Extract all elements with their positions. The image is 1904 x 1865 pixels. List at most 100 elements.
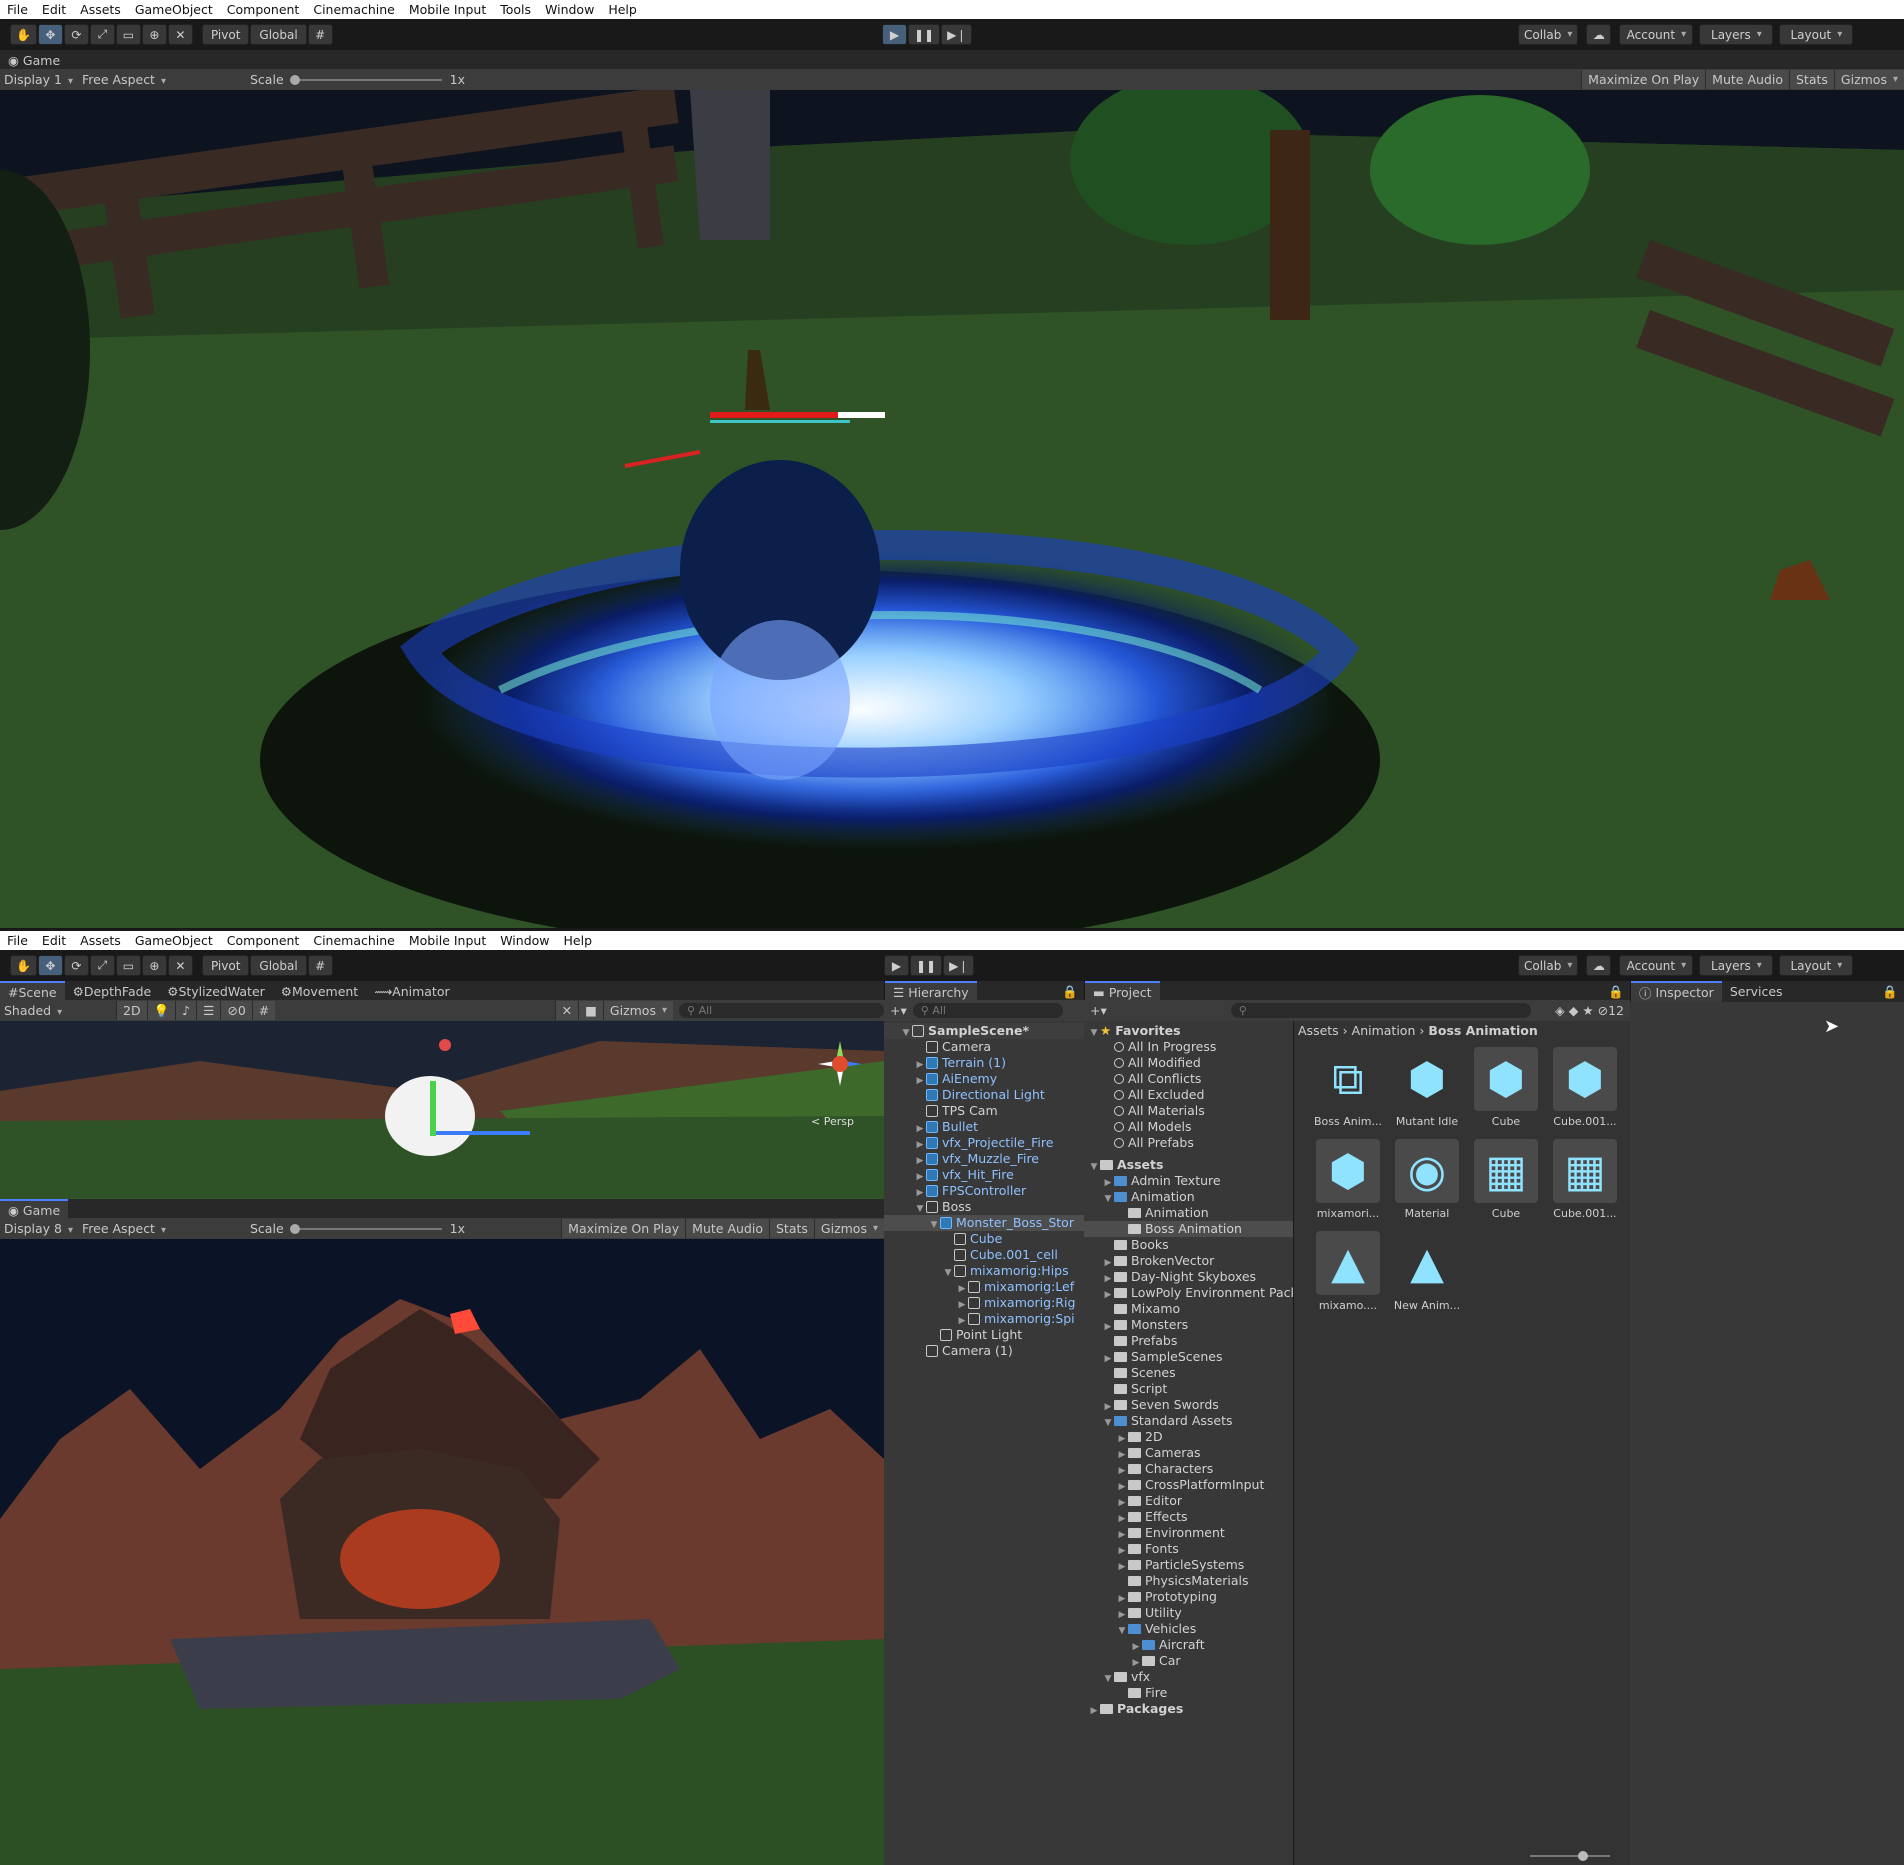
favorite-item[interactable]: All In Progress bbox=[1084, 1039, 1293, 1055]
pause-button[interactable]: ❚❚ bbox=[908, 24, 941, 45]
hierarchy-item[interactable]: ▶ Bullet bbox=[884, 1119, 1084, 1135]
lock-icon[interactable]: 🔒 bbox=[1062, 984, 1078, 1000]
hierarchy-item[interactable]: ▶ vfx_Projectile_Fire bbox=[884, 1135, 1084, 1151]
grid-snap-icon[interactable]: # bbox=[307, 955, 333, 976]
project-folder[interactable]: ▶ Seven Swords bbox=[1084, 1397, 1293, 1413]
asset-item[interactable]: ▲ New Anim... bbox=[1387, 1231, 1467, 1313]
custom-tool-icon[interactable]: ✕ bbox=[167, 955, 193, 976]
effects-icon[interactable]: ☰ bbox=[196, 1001, 221, 1020]
favorite-item[interactable]: All Conflicts bbox=[1084, 1071, 1293, 1087]
hierarchy-item[interactable]: Camera (1) bbox=[884, 1343, 1084, 1359]
scale-tool-icon[interactable]: ⤢ bbox=[89, 955, 115, 976]
project-folder[interactable]: ▶ Cameras bbox=[1084, 1445, 1293, 1461]
asset-item[interactable]: ▲ mixamo.... bbox=[1308, 1231, 1388, 1312]
cloud-icon[interactable]: ☁ bbox=[1586, 24, 1612, 45]
hierarchy-item[interactable]: ▼ SampleScene* bbox=[884, 1023, 1084, 1039]
favorite-star-icon[interactable]: ★ bbox=[1582, 1003, 1593, 1018]
bottom-game-view[interactable] bbox=[0, 1239, 884, 1865]
project-folder[interactable]: ▼ vfx bbox=[1084, 1669, 1293, 1685]
move-tool-icon[interactable]: ✥ bbox=[37, 24, 63, 45]
rotate-tool-icon[interactable]: ⟳ bbox=[63, 24, 89, 45]
scene-orientation-gizmo[interactable] bbox=[810, 1031, 870, 1101]
project-folder[interactable]: ▶ Editor bbox=[1084, 1493, 1293, 1509]
project-folder[interactable]: ▶ BrokenVector bbox=[1084, 1253, 1293, 1269]
collab-dropdown[interactable]: Collab bbox=[1518, 955, 1579, 976]
favorite-item[interactable]: All Modified bbox=[1084, 1055, 1293, 1071]
project-folder[interactable]: Prefabs bbox=[1084, 1333, 1293, 1349]
grid-snap-icon[interactable]: # bbox=[307, 24, 333, 45]
add-icon[interactable]: +▾ bbox=[1090, 1003, 1107, 1018]
camera-icon[interactable]: ■ bbox=[578, 1001, 603, 1020]
display-dropdown[interactable]: Display 1 bbox=[4, 72, 82, 87]
tab-game[interactable]: ◉ Game bbox=[0, 50, 68, 71]
layout-dropdown[interactable]: Layout bbox=[1779, 955, 1854, 976]
project-folder[interactable]: Script bbox=[1084, 1381, 1293, 1397]
menu-mobile-input[interactable]: Mobile Input bbox=[402, 933, 493, 948]
tab-stylizedwater[interactable]: ⚙ StylizedWater bbox=[159, 981, 273, 1002]
project-folder[interactable]: Mixamo bbox=[1084, 1301, 1293, 1317]
project-folder[interactable]: ▶ Aircraft bbox=[1084, 1637, 1293, 1653]
menu-file[interactable]: File bbox=[0, 2, 35, 17]
project-folder[interactable]: ▶ Fonts bbox=[1084, 1541, 1293, 1557]
play-button[interactable]: ▶ bbox=[884, 955, 909, 976]
tab-game[interactable]: ◉ Game bbox=[0, 1199, 69, 1220]
menu-help[interactable]: Help bbox=[557, 933, 600, 948]
project-folder[interactable]: ▼ Vehicles bbox=[1084, 1621, 1293, 1637]
add-icon[interactable]: +▾ bbox=[890, 1003, 907, 1018]
project-folder[interactable]: ▶ 2D bbox=[1084, 1429, 1293, 1445]
lock-icon[interactable]: 🔒 bbox=[1608, 984, 1624, 1000]
project-folder[interactable]: ▶ Effects bbox=[1084, 1509, 1293, 1525]
gizmos-dropdown[interactable]: Gizmos bbox=[602, 1001, 673, 1020]
project-folder[interactable]: ▶ LowPoly Environment Pack bbox=[1084, 1285, 1293, 1301]
menu-help[interactable]: Help bbox=[601, 2, 644, 17]
project-folder[interactable]: Fire bbox=[1084, 1685, 1293, 1701]
menu-edit[interactable]: Edit bbox=[35, 933, 73, 948]
custom-tool-icon[interactable]: ✕ bbox=[167, 24, 193, 45]
pivot-button[interactable]: Pivot bbox=[201, 24, 250, 45]
maximize-on-play-button[interactable]: Maximize On Play bbox=[561, 1219, 686, 1238]
asset-item[interactable]: ⬢ Cube bbox=[1466, 1047, 1546, 1128]
tab-depthfade[interactable]: ⚙ DepthFade bbox=[65, 981, 160, 1002]
pivot-button[interactable]: Pivot bbox=[201, 955, 250, 976]
transform-tool-icon[interactable]: ⊕ bbox=[141, 955, 167, 976]
grid-icon[interactable]: # bbox=[251, 1001, 276, 1020]
menu-assets[interactable]: Assets bbox=[73, 933, 128, 948]
hierarchy-item[interactable]: ▶ mixamorig:Lef bbox=[884, 1279, 1084, 1295]
hierarchy-item[interactable]: ▶ Terrain (1) bbox=[884, 1055, 1084, 1071]
thumbnail-size-slider[interactable] bbox=[1530, 1851, 1610, 1861]
global-button[interactable]: Global bbox=[250, 24, 307, 45]
project-folder[interactable]: Animation bbox=[1084, 1205, 1293, 1221]
play-button[interactable]: ▶ bbox=[882, 24, 907, 45]
asset-item[interactable]: ⧉ Boss Anim... bbox=[1308, 1047, 1388, 1129]
tab-movement[interactable]: ⚙ Movement bbox=[273, 981, 366, 1002]
project-folder[interactable]: Scenes bbox=[1084, 1365, 1293, 1381]
lock-icon[interactable]: 🔒 bbox=[1882, 984, 1898, 1000]
hidden-packages-toggle[interactable]: ⊘12 bbox=[1598, 1003, 1624, 1018]
project-folder[interactable]: ▶ Environment bbox=[1084, 1525, 1293, 1541]
lighting-icon[interactable]: 💡 bbox=[146, 1001, 176, 1020]
hierarchy-item[interactable]: ▼ Monster_Boss_Stor bbox=[884, 1215, 1084, 1231]
account-dropdown[interactable]: Account bbox=[1619, 24, 1694, 45]
menu-assets[interactable]: Assets bbox=[73, 2, 128, 17]
project-folder[interactable]: ▶ Admin Texture bbox=[1084, 1173, 1293, 1189]
menu-tools[interactable]: Tools bbox=[493, 2, 538, 17]
maximize-on-play-button[interactable]: Maximize On Play bbox=[1581, 70, 1706, 89]
project-folder[interactable]: ▶ Prototyping bbox=[1084, 1589, 1293, 1605]
hidden-objects-toggle[interactable]: ⊘ 0 bbox=[220, 1001, 252, 1020]
project-folder[interactable]: ▼ Assets bbox=[1084, 1157, 1293, 1173]
menu-component[interactable]: Component bbox=[220, 933, 307, 948]
hierarchy-item[interactable]: Point Light bbox=[884, 1327, 1084, 1343]
filter-by-type-icon[interactable]: ◈ bbox=[1555, 1003, 1565, 1018]
menu-gameobject[interactable]: GameObject bbox=[128, 2, 220, 17]
account-dropdown[interactable]: Account bbox=[1619, 955, 1694, 976]
layers-dropdown[interactable]: Layers bbox=[1699, 24, 1774, 45]
asset-item[interactable]: ◉ Material bbox=[1387, 1139, 1467, 1220]
shading-dropdown[interactable]: Shaded bbox=[4, 1003, 116, 1018]
tab-services[interactable]: Services bbox=[1722, 981, 1791, 1002]
breadcrumb-item[interactable]: Boss Animation bbox=[1428, 1023, 1537, 1038]
menu-cinemachine[interactable]: Cinemachine bbox=[306, 2, 402, 17]
menu-edit[interactable]: Edit bbox=[35, 2, 73, 17]
stats-button[interactable]: Stats bbox=[1788, 70, 1834, 89]
hierarchy-item[interactable]: ▼ Boss bbox=[884, 1199, 1084, 1215]
favorite-item[interactable]: All Models bbox=[1084, 1119, 1293, 1135]
